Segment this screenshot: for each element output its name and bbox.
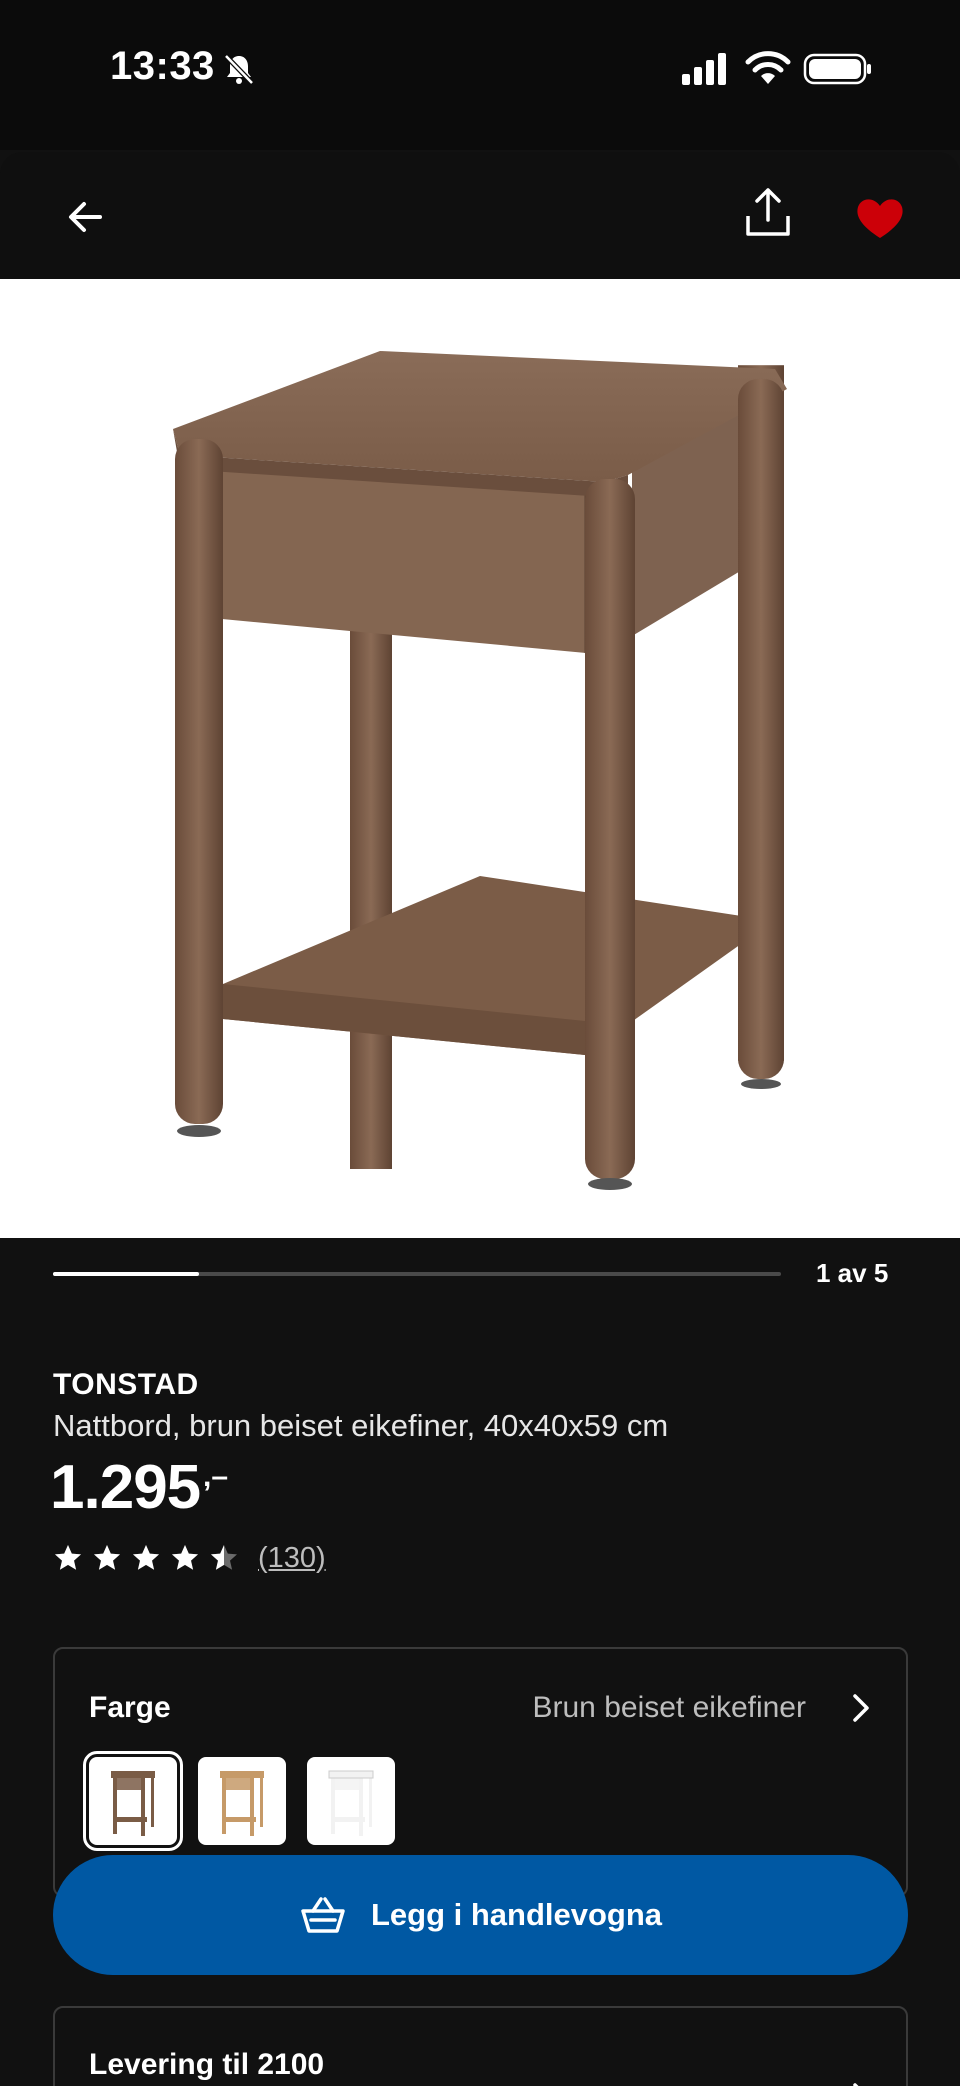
- cellular-signal-icon: [682, 53, 726, 85]
- product-rating[interactable]: (130): [53, 1540, 326, 1576]
- carousel-progress-fill: [53, 1272, 199, 1276]
- star-icon: [94, 1545, 120, 1570]
- star-icon: [172, 1545, 198, 1570]
- product-description: Nattbord, brun beiset eikefiner, 40x40x5…: [53, 1408, 669, 1443]
- product-price: 1.295: [50, 1453, 201, 1522]
- status-bar: 13:33: [0, 0, 960, 150]
- delivery-label: Levering til 2100: [89, 2048, 325, 2081]
- product-brand: TONSTAD: [53, 1368, 199, 1401]
- nightstand-thumbnail: [328, 1770, 374, 1836]
- carousel-progress-track: [53, 1272, 781, 1276]
- heart-icon[interactable]: [852, 192, 908, 242]
- colour-swatch-oak[interactable]: [198, 1757, 286, 1845]
- delivery-card[interactable]: Levering til 2100: [53, 2006, 908, 2086]
- bell-slash-icon: [224, 54, 254, 85]
- chevron-right-icon[interactable]: [848, 2080, 874, 2086]
- nightstand-thumbnail: [220, 1771, 264, 1836]
- status-time: 13:33: [110, 44, 215, 88]
- wifi-icon: [745, 51, 791, 84]
- star-icon: [211, 1545, 237, 1570]
- image-carousel-indicator: 1 av 5: [0, 1238, 960, 1328]
- shopping-basket-icon: [301, 1897, 345, 1933]
- colour-label: Farge: [89, 1691, 171, 1724]
- product-image[interactable]: [0, 279, 960, 1238]
- colour-swatch-white[interactable]: [307, 1757, 395, 1845]
- carousel-counter: 1 av 5: [816, 1258, 889, 1288]
- rating-stars: [53, 1543, 248, 1573]
- nightstand-illustration: [173, 351, 787, 1190]
- back-arrow-icon[interactable]: [60, 192, 116, 242]
- add-to-cart-label: Legg i handlevogna: [370, 1897, 663, 1932]
- star-icon: [133, 1545, 159, 1570]
- review-count-link[interactable]: (130): [258, 1542, 326, 1575]
- add-to-cart-button[interactable]: Legg i handlevogna: [53, 1855, 908, 1975]
- colour-swatches: [83, 1751, 416, 1851]
- colour-swatch-brown-stained-oak[interactable]: [83, 1751, 183, 1851]
- top-nav-bar: [0, 152, 960, 279]
- share-icon[interactable]: [740, 182, 796, 242]
- nightstand-thumbnail: [111, 1771, 155, 1836]
- price-suffix: ,–: [203, 1460, 229, 1493]
- battery-icon: [803, 53, 871, 85]
- chevron-right-icon[interactable]: [848, 1691, 874, 1725]
- star-icon: [55, 1545, 81, 1570]
- colour-value: Brun beiset eikefiner: [532, 1691, 807, 1724]
